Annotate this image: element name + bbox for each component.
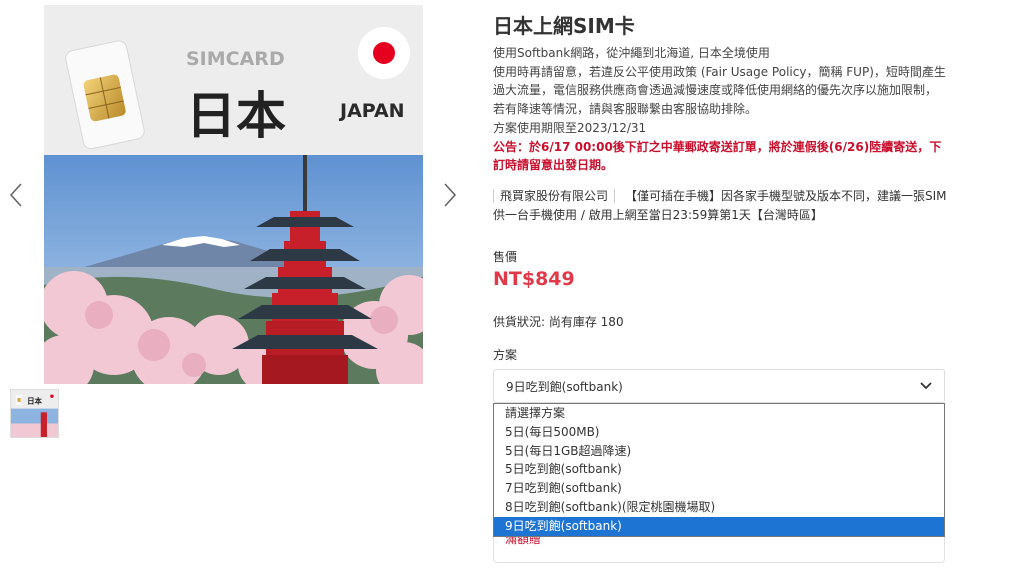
product-title: 日本上網SIM卡 — [493, 14, 635, 38]
description-line: 使用時再請留意，若違反公平使用政策 (Fair Usage Policy，簡稱 … — [493, 64, 946, 117]
shipping-notice: 公告：於6/17 00:00後下訂之中華郵政寄送訂單，將於連假後(6/26)陸續… — [493, 139, 942, 173]
chevron-left-icon — [9, 183, 22, 207]
plan-select[interactable]: 9日吃到飽(softbank) — [493, 369, 945, 403]
image-kanji-text: 日本 — [186, 87, 286, 145]
plan-option[interactable]: 5日吃到飽(softbank) — [494, 460, 944, 479]
plan-option[interactable]: 5日(每日500MB) — [494, 423, 944, 442]
image-simcard-text: SIMCARD — [186, 48, 285, 70]
description-line: 方案使用期限至2023/12/31 — [493, 120, 647, 135]
gallery-prev-button[interactable] — [6, 180, 26, 210]
stock-status: 供貨狀況: 尚有庫存 180 — [493, 315, 624, 329]
plan-select-value: 9日吃到飽(softbank) — [506, 379, 623, 394]
price-value: NT$849 — [493, 268, 575, 290]
japan-sim-product-artwork: SIMCARD 日本 JAPAN — [44, 5, 423, 384]
plan-option[interactable]: 5日(每日1GB超過降速) — [494, 442, 944, 461]
price-label: 售價 — [493, 250, 518, 264]
vendor-info: 飛買家股份有限公司 【僅可插在手機】因各家手機型號及版本不同，建議一張SIM供一台… — [493, 187, 948, 225]
chevron-right-icon — [444, 183, 457, 207]
description-line: 使用Softbank網路，從沖繩到北海道, 日本全境使用 — [493, 46, 770, 60]
plan-option[interactable]: 9日吃到飽(softbank) — [494, 516, 944, 536]
image-japan-text: JAPAN — [338, 100, 405, 122]
thumbnail-image: 日本 — [11, 390, 58, 437]
product-description: 使用Softbank網路，從沖繩到北海道, 日本全境使用 使用時再請留意，若違反… — [493, 44, 948, 175]
chevron-down-icon — [920, 382, 932, 390]
plan-dropdown-list: 請選擇方案 5日(每日500MB) 5日(每日1GB超過降速) 5日吃到飽(so… — [493, 403, 945, 537]
gallery-next-button[interactable] — [440, 180, 460, 210]
vendor-name: 飛買家股份有限公司 — [493, 189, 616, 203]
product-thumbnail[interactable]: 日本 — [10, 389, 59, 438]
thumbnail-kanji-text: 日本 — [27, 396, 42, 406]
plan-option[interactable]: 7日吃到飽(softbank) — [494, 479, 944, 498]
japan-flag-icon — [358, 27, 410, 79]
product-main-image: SIMCARD 日本 JAPAN — [44, 5, 423, 384]
plan-label: 方案 — [493, 348, 518, 362]
plan-option[interactable]: 請選擇方案 — [494, 404, 944, 423]
plan-option[interactable]: 8日吃到飽(softbank)(限定桃園機場取) — [494, 498, 944, 517]
